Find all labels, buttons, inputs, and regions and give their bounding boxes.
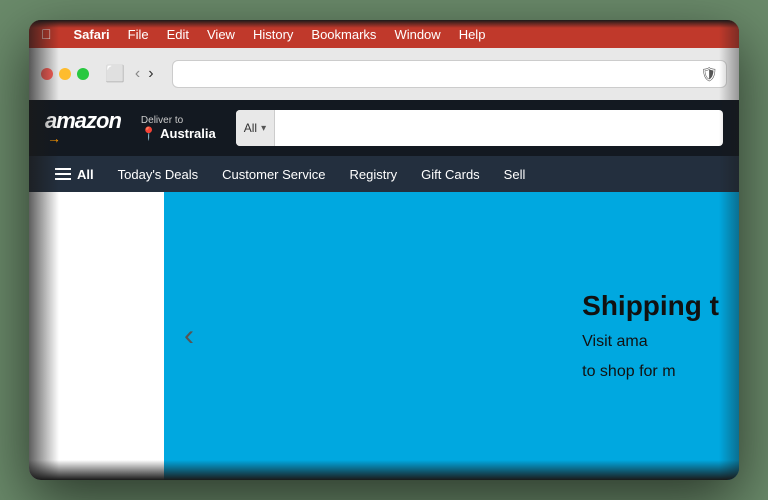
- chevron-down-icon: ▾: [261, 123, 266, 134]
- forward-arrow-icon[interactable]: ›: [146, 65, 155, 83]
- location-pin-icon: 📍: [141, 126, 157, 142]
- minimize-button[interactable]: [59, 68, 71, 80]
- macos-menubar:  Safari File Edit View History Bookmark…: [29, 20, 739, 48]
- hero-text-block: Shipping t Visit ama to shop for m: [562, 269, 739, 403]
- sidebar-toggle-icon[interactable]: ⬜: [105, 64, 125, 84]
- amazon-nav-bar: All Today's Deals Customer Service Regis…: [29, 156, 739, 192]
- back-arrow-icon[interactable]: ‹: [133, 65, 142, 83]
- menu-bookmarks[interactable]: Bookmarks: [311, 27, 376, 42]
- deliver-to-section[interactable]: Deliver to 📍 Australia: [141, 115, 216, 142]
- menu-edit[interactable]: Edit: [167, 27, 189, 42]
- menu-file[interactable]: File: [128, 27, 149, 42]
- shield-icon: 🛡: [700, 66, 718, 83]
- menu-window[interactable]: Window: [394, 27, 440, 42]
- menu-history[interactable]: History: [253, 27, 293, 42]
- amazon-header: amazon → Deliver to 📍 Australia All ▾: [29, 100, 739, 156]
- menu-safari[interactable]: Safari: [74, 27, 110, 42]
- carousel-back-icon[interactable]: ‹: [184, 319, 194, 353]
- hero-subtitle-line2: to shop for m: [582, 361, 719, 383]
- hero-banner: ‹ Shipping t Visit ama to shop for m: [164, 192, 739, 480]
- maximize-button[interactable]: [77, 68, 89, 80]
- browser-toolbar: ⬜ ‹ › 🛡: [29, 48, 739, 100]
- main-content: ‹ Shipping t Visit ama to shop for m: [29, 192, 739, 480]
- menu-view[interactable]: View: [207, 27, 235, 42]
- browser-chrome: ⬜ ‹ › 🛡: [29, 48, 739, 100]
- search-category-label: All: [244, 121, 257, 135]
- address-bar[interactable]: 🛡: [172, 60, 727, 88]
- deliver-location: 📍 Australia: [141, 126, 216, 142]
- nav-item-sell[interactable]: Sell: [494, 163, 536, 186]
- monitor-screen:  Safari File Edit View History Bookmark…: [29, 20, 739, 480]
- nav-arrows: ‹ ›: [133, 65, 156, 83]
- nav-item-customer-service[interactable]: Customer Service: [212, 163, 335, 186]
- hero-subtitle-line1: Visit ama: [582, 330, 719, 352]
- search-bar[interactable]: All ▾: [236, 110, 723, 146]
- menu-help[interactable]: Help: [459, 27, 486, 42]
- nav-item-registry[interactable]: Registry: [339, 163, 407, 186]
- nav-item-todays-deals[interactable]: Today's Deals: [108, 163, 209, 186]
- hero-title: Shipping t: [582, 289, 719, 323]
- nav-item-gift-cards[interactable]: Gift Cards: [411, 163, 490, 186]
- deliver-label: Deliver to: [141, 115, 216, 126]
- search-category-dropdown[interactable]: All ▾: [236, 110, 275, 146]
